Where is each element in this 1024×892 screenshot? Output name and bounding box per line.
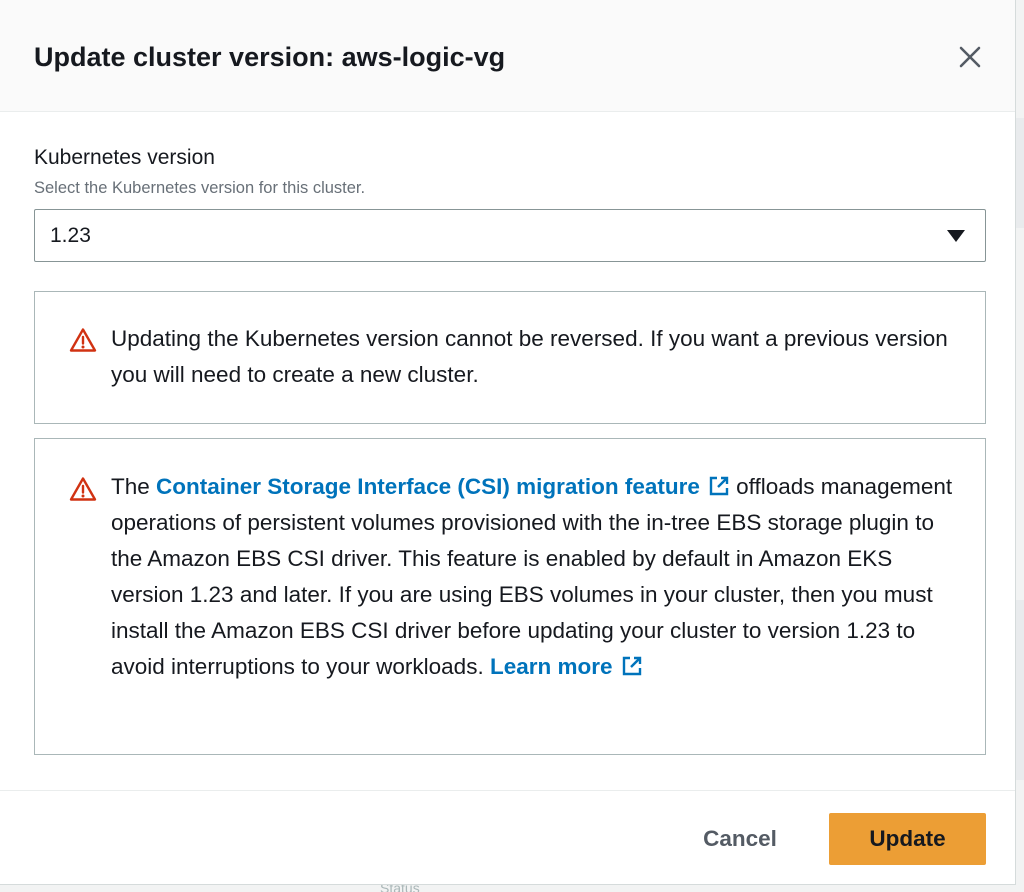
link-label: Learn more: [489, 654, 613, 679]
background-panel: [1016, 600, 1024, 780]
close-button[interactable]: [950, 37, 990, 77]
warning-text: Updating the Kubernetes version cannot b…: [111, 326, 948, 387]
text-segment: offloads management operations of persis…: [111, 474, 953, 679]
learn-more-link[interactable]: Learn more: [490, 654, 643, 679]
kubernetes-version-label: Kubernetes version: [34, 146, 215, 169]
update-cluster-version-modal: Update cluster version: aws-logic-vg Kub…: [0, 0, 1016, 885]
warning-text: The Container Storage Interface (CSI) mi…: [111, 469, 961, 685]
modal-title: Update cluster version: aws-logic-vg: [34, 42, 506, 72]
selected-version-value: 1.23: [50, 224, 91, 247]
text-segment: The: [111, 474, 157, 499]
kubernetes-version-description: Select the Kubernetes version for this c…: [34, 179, 366, 197]
background-status-text: Status: [380, 884, 420, 892]
warning-icon: [69, 477, 97, 501]
modal-header: Update cluster version: aws-logic-vg: [0, 0, 1015, 112]
external-link-icon: [622, 656, 641, 676]
csi-migration-warning: The Container Storage Interface (CSI) mi…: [34, 438, 986, 755]
kubernetes-version-select[interactable]: 1.23: [34, 209, 986, 262]
cancel-button[interactable]: Cancel: [680, 813, 800, 865]
update-button[interactable]: Update: [829, 813, 986, 865]
background-panel: [1016, 118, 1024, 228]
close-icon: [959, 46, 981, 68]
csi-migration-link[interactable]: Container Storage Interface (CSI) migrat…: [156, 474, 730, 499]
external-link-icon: [709, 476, 729, 496]
link-label: Container Storage Interface (CSI) migrat…: [156, 474, 700, 499]
irreversible-update-warning: Updating the Kubernetes version cannot b…: [34, 291, 986, 424]
modal-footer: Cancel Update: [0, 790, 1015, 885]
warning-icon: [69, 328, 97, 352]
caret-down-icon: [947, 230, 965, 242]
